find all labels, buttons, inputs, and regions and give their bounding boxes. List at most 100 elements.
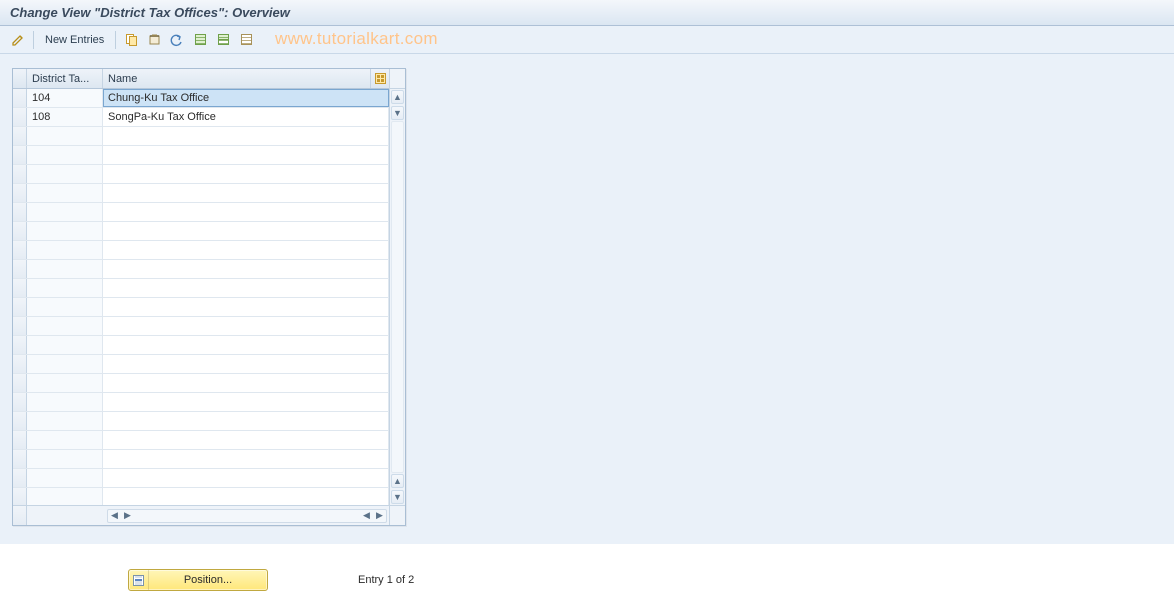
cell-name[interactable] [103, 127, 389, 145]
row-selector[interactable] [13, 450, 27, 468]
table-row-empty[interactable] [13, 488, 389, 505]
cell-code[interactable] [27, 241, 103, 259]
cell-code[interactable] [27, 488, 103, 505]
row-selector[interactable] [13, 241, 27, 259]
row-selector[interactable] [13, 203, 27, 221]
cell-name[interactable] [103, 203, 389, 221]
table-row-empty[interactable] [13, 336, 389, 355]
vscroll-down2-icon[interactable]: ▼ [391, 490, 404, 504]
cell-name[interactable] [103, 317, 389, 335]
grid-col-header-code[interactable]: District Ta... [27, 69, 103, 88]
cell-code[interactable] [27, 469, 103, 487]
table-row-empty[interactable] [13, 222, 389, 241]
table-row-empty[interactable] [13, 203, 389, 222]
row-selector[interactable] [13, 374, 27, 392]
row-selector[interactable] [13, 336, 27, 354]
table-row-empty[interactable] [13, 146, 389, 165]
cell-name[interactable] [103, 355, 389, 373]
cell-code[interactable] [27, 393, 103, 411]
cell-code[interactable] [27, 127, 103, 145]
select-block-icon[interactable] [213, 30, 233, 50]
vscroll-down-icon[interactable]: ▼ [391, 106, 404, 120]
table-row-empty[interactable] [13, 412, 389, 431]
cell-name[interactable] [103, 336, 389, 354]
cell-code[interactable] [27, 431, 103, 449]
vscroll-track[interactable] [391, 121, 404, 473]
grid-col-header-name[interactable]: Name [103, 69, 371, 88]
cell-name[interactable] [103, 165, 389, 183]
cell-code[interactable] [27, 317, 103, 335]
cell-name[interactable] [103, 412, 389, 430]
table-row-empty[interactable] [13, 279, 389, 298]
cell-code[interactable] [27, 203, 103, 221]
row-selector[interactable] [13, 165, 27, 183]
cell-name[interactable] [103, 222, 389, 240]
cell-name[interactable] [103, 488, 389, 505]
row-selector[interactable] [13, 355, 27, 373]
row-selector[interactable] [13, 488, 27, 505]
hscroll-left-icon[interactable]: ◀ [108, 510, 121, 522]
row-selector[interactable] [13, 279, 27, 297]
cell-name[interactable] [103, 298, 389, 316]
cell-name[interactable] [103, 241, 389, 259]
cell-code[interactable] [27, 355, 103, 373]
cell-code[interactable] [27, 146, 103, 164]
table-row-empty[interactable] [13, 393, 389, 412]
cell-name[interactable] [103, 450, 389, 468]
deselect-all-icon[interactable] [236, 30, 256, 50]
cell-name[interactable] [103, 260, 389, 278]
select-all-icon[interactable] [190, 30, 210, 50]
table-row-empty[interactable] [13, 355, 389, 374]
hscroll-right2-icon[interactable]: ▶ [373, 510, 386, 522]
table-row-empty[interactable] [13, 165, 389, 184]
row-selector[interactable] [13, 127, 27, 145]
cell-name[interactable] [103, 279, 389, 297]
table-row-empty[interactable] [13, 260, 389, 279]
row-selector[interactable] [13, 393, 27, 411]
vscroll-up-icon[interactable]: ▲ [391, 90, 404, 104]
position-button[interactable]: Position... [128, 569, 268, 591]
cell-name[interactable] [103, 393, 389, 411]
cell-name[interactable] [103, 469, 389, 487]
row-selector[interactable] [13, 317, 27, 335]
cell-name[interactable]: Chung-Ku Tax Office [103, 89, 389, 107]
cell-name[interactable]: SongPa-Ku Tax Office [103, 108, 389, 126]
table-row-empty[interactable] [13, 317, 389, 336]
cell-code[interactable] [27, 222, 103, 240]
cell-code[interactable] [27, 260, 103, 278]
table-row[interactable]: 108SongPa-Ku Tax Office [13, 108, 389, 127]
row-selector[interactable] [13, 108, 27, 126]
table-row-empty[interactable] [13, 431, 389, 450]
hscroll-left2-icon[interactable]: ◀ [360, 510, 373, 522]
table-row-empty[interactable] [13, 184, 389, 203]
table-row-empty[interactable] [13, 450, 389, 469]
row-selector[interactable] [13, 260, 27, 278]
row-selector[interactable] [13, 431, 27, 449]
cell-name[interactable] [103, 146, 389, 164]
cell-code[interactable] [27, 184, 103, 202]
vscroll-up2-icon[interactable]: ▲ [391, 474, 404, 488]
copy-as-icon[interactable] [121, 30, 141, 50]
table-row-empty[interactable] [13, 374, 389, 393]
row-selector[interactable] [13, 184, 27, 202]
hscroll-right-icon[interactable]: ▶ [121, 510, 134, 522]
cell-code[interactable]: 108 [27, 108, 103, 126]
toggle-edit-icon[interactable] [8, 30, 28, 50]
new-entries-button[interactable]: New Entries [39, 32, 110, 48]
row-selector[interactable] [13, 222, 27, 240]
undo-icon[interactable] [167, 30, 187, 50]
cell-code[interactable] [27, 450, 103, 468]
cell-name[interactable] [103, 184, 389, 202]
row-selector[interactable] [13, 146, 27, 164]
cell-code[interactable] [27, 298, 103, 316]
cell-name[interactable] [103, 374, 389, 392]
cell-code[interactable] [27, 412, 103, 430]
cell-code[interactable] [27, 279, 103, 297]
cell-code[interactable]: 104 [27, 89, 103, 107]
table-row-empty[interactable] [13, 127, 389, 146]
delete-icon[interactable] [144, 30, 164, 50]
row-selector[interactable] [13, 298, 27, 316]
grid-configure-icon[interactable] [371, 69, 389, 88]
cell-name[interactable] [103, 431, 389, 449]
table-row[interactable]: 104Chung-Ku Tax Office [13, 89, 389, 108]
